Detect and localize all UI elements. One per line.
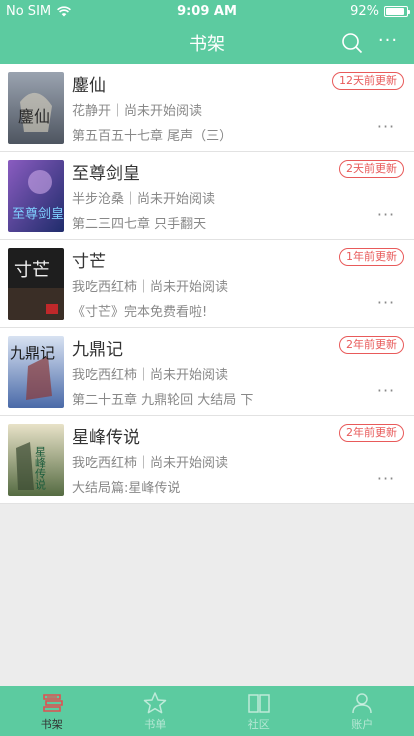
tab-bookshelf[interactable]: 书架 — [0, 686, 104, 736]
cover-title-text: 至尊剑皇 — [12, 206, 64, 222]
tab-bar: 书架 书单 社区 账户 — [0, 686, 414, 736]
book-cover: 星峰传说 — [8, 424, 64, 496]
nav-bar: 书架 ··· — [0, 22, 414, 64]
book-item[interactable]: 至尊剑皇 至尊剑皇 半步沧桑｜尚未开始阅读 第二三四七章 只手翻天 2天前更新 … — [0, 152, 414, 240]
battery-icon — [384, 5, 410, 17]
search-icon[interactable] — [340, 31, 364, 55]
wifi-icon — [57, 5, 72, 16]
book-title: 九鼎记 — [72, 340, 123, 360]
status-right: 92% — [350, 3, 410, 19]
book-more-icon[interactable]: ··· — [374, 383, 398, 402]
book-item[interactable]: 星峰传说 星峰传说 我吃西红柿｜尚未开始阅读 大结局篇:星峰传说 2年前更新 ·… — [0, 416, 414, 504]
book-title: 至尊剑皇 — [72, 164, 140, 184]
book-open-icon — [248, 694, 270, 713]
book-cover: 至尊剑皇 — [8, 160, 64, 232]
star-icon — [144, 692, 167, 714]
book-more-icon[interactable]: ··· — [374, 119, 398, 138]
book-title: 寸芒 — [72, 252, 106, 272]
tab-label: 书单 — [144, 718, 167, 731]
book-author-progress: 我吃西红柿｜尚未开始阅读 — [72, 280, 229, 295]
status-bar: No SIM 9:09 AM 92% — [0, 0, 414, 22]
book-latest-chapter: 《寸芒》完本免费看啦! — [72, 305, 208, 320]
tab-label: 书架 — [40, 718, 63, 731]
cover-title-text: 寸芒 — [14, 260, 50, 281]
status-left: No SIM — [6, 3, 72, 19]
book-more-icon[interactable]: ··· — [374, 207, 398, 226]
cover-title-text: 鏖仙 — [18, 107, 50, 126]
book-latest-chapter: 第二十五章 九鼎轮回 大结局 下 — [72, 393, 254, 408]
book-item[interactable]: 寸芒 寸芒 我吃西红柿｜尚未开始阅读 《寸芒》完本免费看啦! 1年前更新 ··· — [0, 240, 414, 328]
book-title: 星峰传说 — [72, 428, 140, 448]
book-more-icon[interactable]: ··· — [374, 471, 398, 490]
update-badge: 12天前更新 — [332, 72, 404, 90]
carrier-label: No SIM — [6, 3, 52, 19]
book-item[interactable]: 九鼎记 九鼎记 我吃西红柿｜尚未开始阅读 第二十五章 九鼎轮回 大结局 下 2年… — [0, 328, 414, 416]
book-list: 鏖仙 鏖仙 花静开｜尚未开始阅读 第五百五十七章 尾声（三） 12天前更新 ··… — [0, 64, 414, 504]
book-author-progress: 我吃西红柿｜尚未开始阅读 — [72, 368, 229, 383]
book-latest-chapter: 大结局篇:星峰传说 — [72, 481, 181, 496]
tab-booklist[interactable]: 书单 — [104, 686, 208, 736]
tab-community[interactable]: 社区 — [207, 686, 311, 736]
bookshelf-icon — [42, 694, 63, 712]
more-options-icon[interactable]: ··· — [376, 31, 400, 55]
update-badge: 2天前更新 — [339, 160, 404, 178]
book-item[interactable]: 鏖仙 鏖仙 花静开｜尚未开始阅读 第五百五十七章 尾声（三） 12天前更新 ··… — [0, 64, 414, 152]
tab-label: 账户 — [351, 718, 374, 731]
book-cover: 九鼎记 — [8, 336, 64, 408]
person-icon — [352, 693, 372, 714]
book-cover: 鏖仙 — [8, 72, 64, 144]
cover-title-text: 九鼎记 — [10, 344, 55, 362]
book-latest-chapter: 第五百五十七章 尾声（三） — [72, 129, 233, 144]
book-latest-chapter: 第二三四七章 只手翻天 — [72, 217, 207, 232]
book-cover: 寸芒 — [8, 248, 64, 320]
book-title: 鏖仙 — [72, 76, 106, 96]
battery-fill — [386, 7, 405, 15]
cover-title-text: 星峰传说 — [34, 446, 47, 490]
page-title: 书架 — [189, 34, 225, 55]
tab-label: 社区 — [247, 718, 270, 731]
book-author-progress: 半步沧桑｜尚未开始阅读 — [72, 192, 216, 207]
tab-account[interactable]: 账户 — [311, 686, 414, 736]
book-author-progress: 我吃西红柿｜尚未开始阅读 — [72, 456, 229, 471]
update-badge: 2年前更新 — [339, 336, 404, 354]
book-author-progress: 花静开｜尚未开始阅读 — [72, 104, 203, 119]
battery-percent: 92% — [350, 3, 379, 19]
book-more-icon[interactable]: ··· — [374, 295, 398, 314]
update-badge: 2年前更新 — [339, 424, 404, 442]
update-badge: 1年前更新 — [339, 248, 404, 266]
